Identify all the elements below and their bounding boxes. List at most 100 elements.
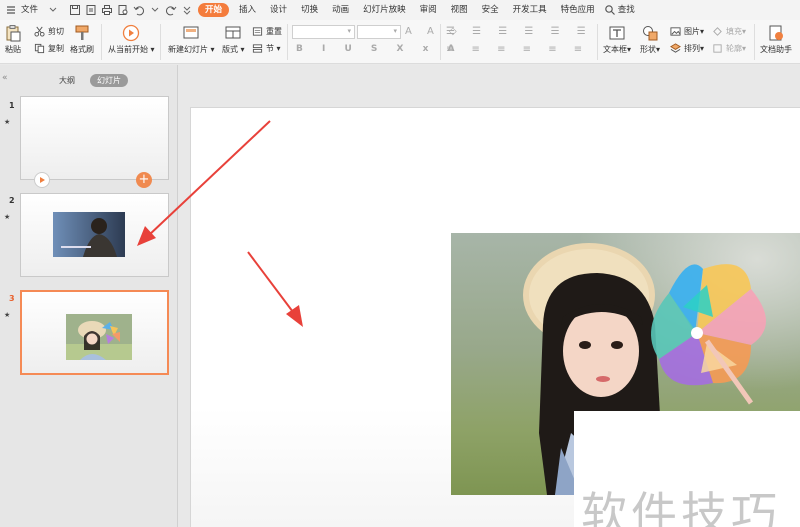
new-slide-label: 新建幻灯片 ▾ bbox=[168, 45, 215, 54]
section-label: 节 ▾ bbox=[266, 44, 281, 53]
layout-button[interactable]: 版式 ▾ bbox=[222, 24, 245, 55]
tab-animations[interactable]: 动画 bbox=[325, 0, 356, 20]
animation-star-icon: ★ bbox=[4, 311, 11, 319]
file-menu[interactable]: 文件 bbox=[19, 0, 45, 20]
paragraph-align-icons: ≡ ≡ ≡ ≡ ≡ ≡ bbox=[446, 44, 590, 55]
outline-button[interactable]: 轮廓▾ bbox=[712, 43, 746, 54]
menu-bar: 文件 开始 插入 设计 切换 动画 幻灯片放映 审阅 视图 安全 开发工具 特色… bbox=[0, 0, 800, 20]
copy-button[interactable]: 复制 bbox=[34, 43, 64, 54]
arrange-label: 排列▾ bbox=[684, 44, 705, 53]
tab-outline[interactable]: 大纲 bbox=[52, 74, 82, 87]
tab-view[interactable]: 视图 bbox=[444, 0, 475, 20]
play-from-current-button[interactable]: 从当前开始 ▾ bbox=[108, 24, 155, 55]
current-slide[interactable]: 软件技巧 bbox=[190, 107, 800, 527]
slide-3-photo-thumbnail bbox=[66, 314, 132, 360]
outline-label: 轮廓▾ bbox=[726, 44, 747, 53]
format-painter-icon bbox=[75, 25, 89, 40]
doc-assistant-button[interactable]: 文档助手 bbox=[760, 24, 792, 55]
animation-star-icon: ★ bbox=[4, 213, 11, 221]
play-icon bbox=[123, 24, 140, 42]
chevron-down-icon[interactable] bbox=[148, 3, 162, 17]
picture-label: 图片▾ bbox=[684, 27, 705, 36]
search-icon[interactable] bbox=[603, 3, 617, 17]
slide-panel: « 大纲 幻灯片 1 ★ + 2 ★ 3 ★ bbox=[0, 65, 178, 527]
outline-icon bbox=[713, 44, 722, 53]
tab-transitions[interactable]: 切换 bbox=[294, 0, 325, 20]
animation-star-icon: ★ bbox=[4, 118, 11, 126]
shape-button[interactable]: 形状▾ bbox=[640, 24, 660, 55]
arrange-icon bbox=[670, 43, 681, 53]
fill-label: 填充▾ bbox=[726, 27, 747, 36]
textbox-button[interactable]: 文本框▾ bbox=[603, 24, 631, 55]
layout-icon bbox=[225, 26, 241, 39]
reset-button[interactable]: 重置 bbox=[252, 26, 282, 37]
reset-icon bbox=[252, 27, 263, 36]
hamburger-menu-icon[interactable] bbox=[4, 3, 18, 17]
font-style-icons: B I U S X x A bbox=[296, 44, 463, 54]
shape-label: 形状▾ bbox=[640, 45, 661, 54]
new-slide-icon bbox=[183, 26, 199, 39]
picture-button[interactable]: 图片▾ bbox=[670, 26, 704, 37]
tab-features[interactable]: 特色应用 bbox=[554, 0, 602, 20]
search-label[interactable]: 查找 bbox=[618, 0, 642, 20]
copy-icon bbox=[34, 43, 45, 54]
ribbon-separator bbox=[160, 24, 161, 60]
tab-home[interactable]: 开始 bbox=[198, 3, 230, 17]
new-slide-button[interactable]: 新建幻灯片 ▾ bbox=[168, 24, 215, 55]
paste-icon bbox=[6, 25, 21, 42]
scissors-icon bbox=[34, 26, 45, 37]
ribbon-separator bbox=[440, 24, 441, 60]
redo-icon[interactable] bbox=[164, 3, 178, 17]
textbox-icon bbox=[609, 26, 625, 40]
add-slide-icon[interactable]: + bbox=[136, 172, 152, 188]
chevron-down-icon[interactable] bbox=[46, 3, 60, 17]
format-painter-label: 格式刷 bbox=[70, 45, 94, 54]
format-painter-button[interactable]: 格式刷 bbox=[70, 24, 94, 55]
save-icon[interactable] bbox=[68, 3, 82, 17]
slide-2-photo-thumbnail bbox=[53, 212, 125, 257]
ribbon-separator bbox=[597, 24, 598, 60]
tab-slides[interactable]: 幻灯片 bbox=[90, 74, 128, 87]
paste-label: 粘贴 bbox=[5, 45, 21, 54]
shape-icon bbox=[643, 26, 658, 41]
cut-button[interactable]: 剪切 bbox=[34, 26, 64, 37]
fill-button[interactable]: 填充▾ bbox=[712, 26, 746, 37]
reset-label: 重置 bbox=[266, 27, 282, 36]
doc-assistant-icon bbox=[769, 25, 783, 41]
fill-icon bbox=[713, 27, 722, 36]
tab-developer[interactable]: 开发工具 bbox=[506, 0, 554, 20]
print-icon[interactable] bbox=[100, 3, 114, 17]
ribbon-separator bbox=[287, 24, 288, 60]
slide-number: 3 bbox=[9, 294, 15, 303]
tab-design[interactable]: 设计 bbox=[263, 0, 294, 20]
slide-thumbnail-1[interactable] bbox=[20, 96, 169, 180]
picture-icon bbox=[670, 27, 681, 36]
paste-button[interactable]: 粘贴 bbox=[4, 24, 22, 55]
section-icon bbox=[252, 44, 263, 53]
tab-review[interactable]: 审阅 bbox=[413, 0, 444, 20]
font-name-select[interactable]: ▾ bbox=[292, 25, 355, 39]
tab-insert[interactable]: 插入 bbox=[232, 0, 263, 20]
undo-icon[interactable] bbox=[132, 3, 146, 17]
watermark-text: 软件技巧 bbox=[581, 487, 781, 527]
ribbon-separator bbox=[101, 24, 102, 60]
slide-number: 1 bbox=[9, 101, 15, 110]
export-pdf-icon[interactable] bbox=[84, 3, 98, 17]
slide-thumbnail-3[interactable] bbox=[20, 290, 169, 375]
play-from-current-label: 从当前开始 ▾ bbox=[108, 45, 155, 54]
arrange-button[interactable]: 排列▾ bbox=[670, 43, 704, 54]
textbox-label: 文本框▾ bbox=[603, 45, 632, 54]
font-size-select[interactable]: ▾ bbox=[357, 25, 401, 39]
panel-tabs: 大纲 幻灯片 bbox=[52, 74, 128, 87]
tab-security[interactable]: 安全 bbox=[475, 0, 506, 20]
collapse-panel-icon[interactable]: « bbox=[2, 73, 8, 83]
paragraph-list-icons: ☰ ☰ ☰ ☰ ☰ ☰ bbox=[446, 26, 593, 37]
tab-slideshow[interactable]: 幻灯片放映 bbox=[356, 0, 413, 20]
play-slide-icon[interactable] bbox=[34, 172, 50, 188]
slide-editing-area: 软件技巧 bbox=[178, 65, 800, 527]
print-preview-icon[interactable] bbox=[116, 3, 130, 17]
section-button[interactable]: 节 ▾ bbox=[252, 43, 281, 54]
slide-thumbnail-2[interactable] bbox=[20, 193, 169, 277]
customize-quick-access-icon[interactable] bbox=[180, 3, 194, 17]
copy-label: 复制 bbox=[48, 44, 64, 53]
